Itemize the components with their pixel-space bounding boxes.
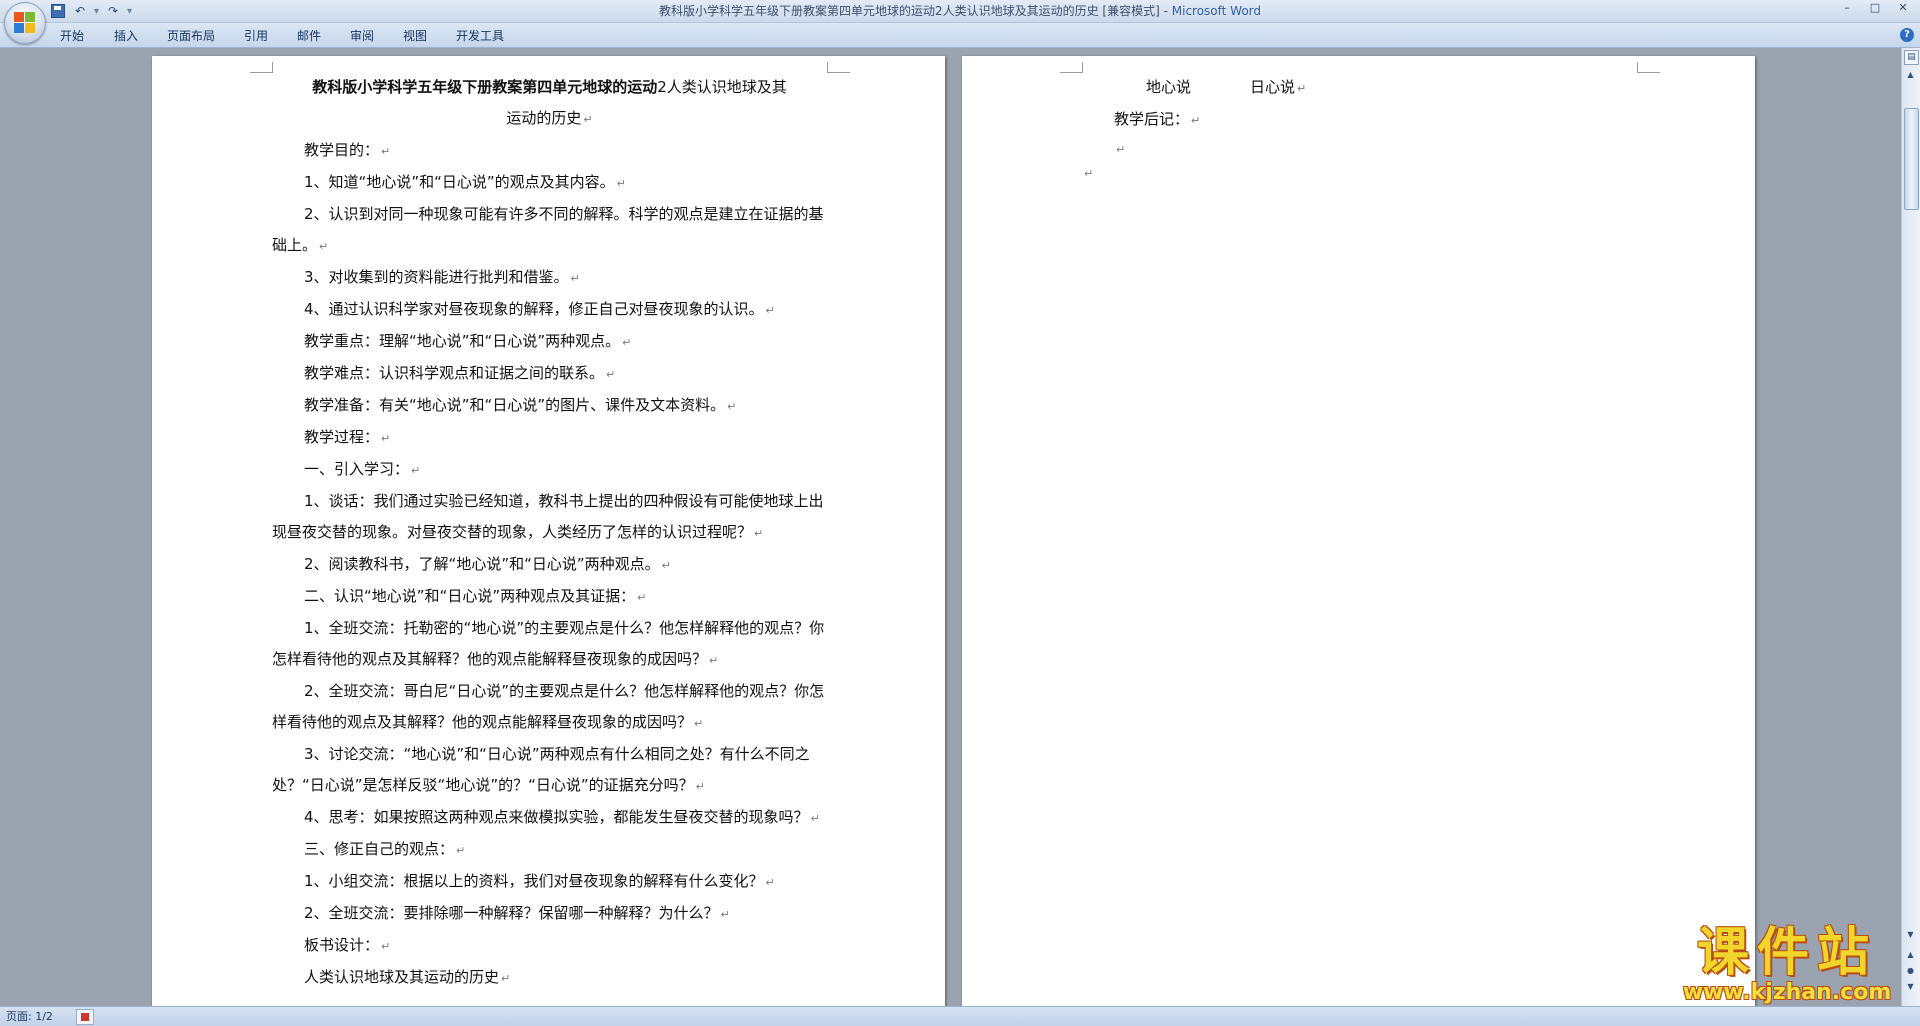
empty-paragraph: ↵ [1084,167,1094,180]
board-design-row: 地心说 日心说 ↵ [1146,78,1307,96]
customize-qat-icon[interactable]: ▾ [127,6,132,17]
document-title-line-2: 运动的历史 ↵ [506,109,593,127]
tab-references[interactable]: 引用 [244,27,268,45]
paragraph: 1、谈话：我们通过实验已经知道，教科书上提出的四种假设有可能使地球上出现昼夜交替… [272,492,824,541]
ribbon-tab-bar: 开始 插入 页面布局 引用 邮件 审阅 视图 开发工具 ? [0,23,1920,48]
paragraph: 4、思考：如果按照这两种观点来做模拟实验，都能发生昼夜交替的现象吗？ ↵ [304,808,820,826]
undo-icon[interactable]: ↶ [72,3,88,19]
paragraph: 教学重点：理解“地心说”和“日心说”两种观点。 ↵ [304,332,632,350]
paragraph: 教学准备：有关“地心说”和“日心说”的图片、课件及文本资料。 ↵ [304,396,737,414]
previous-page-icon[interactable]: ▲ [1904,948,1917,961]
save-icon[interactable] [50,3,66,19]
paragraph: 2、阅读教科书，了解“地心说”和“日心说”两种观点。 ↵ [304,555,671,573]
tab-home[interactable]: 开始 [60,27,84,45]
paragraph: 2、认识到对同一种现象可能有许多不同的解释。科学的观点是建立在证据的基础上。 ↵ [272,205,824,254]
office-button[interactable] [4,2,46,44]
paragraph: 教学过程： ↵ [304,428,391,446]
margin-corner-top-right [1637,62,1660,73]
help-icon[interactable]: ? [1900,28,1914,42]
paragraph: 教学目的： ↵ [304,141,391,159]
status-bar: 页面: 1/2 [0,1006,1920,1026]
page-2-text[interactable]: 地心说 日心说 ↵ 教学后记： ↵ ↵ ↵ [1082,72,1637,184]
paragraph: 3、讨论交流：“地心说”和“日心说”两种观点有什么相同之处？有什么不同之处？“日… [272,745,810,794]
tab-developer[interactable]: 开发工具 [456,27,504,45]
tab-review[interactable]: 审阅 [350,27,374,45]
paragraph: 三、修正自己的观点： ↵ [304,840,466,858]
vertical-scrollbar[interactable]: ▤ ▲ ▼ ▲ ● ▼ [1901,48,1920,1006]
tab-page-layout[interactable]: 页面布局 [167,27,215,45]
view-ruler-icon[interactable]: ▤ [1904,50,1919,65]
scroll-thumb[interactable] [1904,108,1919,210]
page-count-indicator[interactable]: 页面: 1/2 [6,1009,53,1024]
redo-icon[interactable]: ↷ [105,3,121,19]
window-controls: – □ ✕ [1834,0,1916,18]
page-1-text[interactable]: 教科版小学科学五年级下册教案第四单元地球的运动2人类认识地球及其 运动的历史 ↵ … [272,72,827,994]
document-page-2: 地心说 日心说 ↵ 教学后记： ↵ ↵ ↵ [962,56,1755,1006]
watermark-url-text: www.kjzhan.com [1682,980,1892,1005]
scroll-up-icon[interactable]: ▲ [1904,68,1917,81]
select-browse-object-icon[interactable]: ● [1904,964,1917,977]
office-logo-icon [14,12,36,34]
next-page-icon[interactable]: ▼ [1904,980,1917,993]
paragraph: 一、引入学习： ↵ [304,460,421,478]
minimize-button[interactable]: – [1834,0,1860,16]
quick-access-toolbar: ↶ ▾ ↷ ▾ [50,2,132,20]
document-title-line-1: 教科版小学科学五年级下册教案第四单元地球的运动2人类认识地球及其 [312,78,787,96]
watermark-chinese-text: 课件站 [1696,923,1877,983]
tab-view[interactable]: 视图 [403,27,427,45]
close-button[interactable]: ✕ [1890,0,1916,16]
empty-paragraph: ↵ [1116,143,1126,156]
title-separator: - [1159,4,1172,18]
paragraph: 板书设计： ↵ [304,936,391,954]
paragraph: 1、知道“地心说”和“日心说”的观点及其内容。 ↵ [304,173,626,191]
window-title: 教科版小学科学五年级下册教案第四单元地球的运动2人类认识地球及其运动的历史 [兼… [0,0,1920,22]
paragraph: 教学难点：认识科学观点和证据之间的联系。 ↵ [304,364,616,382]
tab-mailings[interactable]: 邮件 [297,27,321,45]
paragraph: 1、全班交流：托勒密的“地心说”的主要观点是什么？他怎样解释他的观点？你怎样看待… [272,619,825,668]
paragraph: 2、全班交流：要排除哪一种解释？保留哪一种解释？为什么？ ↵ [304,904,730,922]
app-name: Microsoft Word [1171,4,1262,18]
paragraph: 3、对收集到的资料能进行批判和借鉴。 ↵ [304,268,580,286]
undo-dropdown-icon[interactable]: ▾ [94,6,99,17]
document-page-1: 教科版小学科学五年级下册教案第四单元地球的运动2人类认识地球及其 运动的历史 ↵ … [152,56,945,1006]
tab-insert[interactable]: 插入 [114,27,138,45]
paragraph: 4、通过认识科学家对昼夜现象的解释，修正自己对昼夜现象的认识。 ↵ [304,300,775,318]
margin-corner-top-right [827,62,850,73]
paragraph: 教学后记： ↵ [1114,110,1201,128]
margin-corner-top-left [1060,62,1083,73]
paragraph: 人类认识地球及其运动的历史 ↵ [304,968,511,986]
site-watermark-logo: 课件站 www.kjzhan.com [1670,925,1904,1005]
margin-corner-top-left [250,62,273,73]
maximize-button[interactable]: □ [1862,0,1888,16]
document-title: 教科版小学科学五年级下册教案第四单元地球的运动2人类认识地球及其运动的历史 [兼… [658,4,1160,18]
paragraph: 1、小组交流：根据以上的资料，我们对昼夜现象的解释有什么变化？ ↵ [304,872,775,890]
paragraph: 2、全班交流：哥白尼“日心说”的主要观点是什么？他怎样解释他的观点？你怎样看待他… [272,682,825,731]
proofing-status-icon[interactable] [76,1009,94,1025]
scroll-down-icon[interactable]: ▼ [1904,928,1917,941]
document-workspace: 教科版小学科学五年级下册教案第四单元地球的运动2人类认识地球及其 运动的历史 ↵ … [0,48,1900,1006]
paragraph: 二、认识“地心说”和“日心说”两种观点及其证据： ↵ [304,587,647,605]
title-bar: ↶ ▾ ↷ ▾ 教科版小学科学五年级下册教案第四单元地球的运动2人类认识地球及其… [0,0,1920,23]
